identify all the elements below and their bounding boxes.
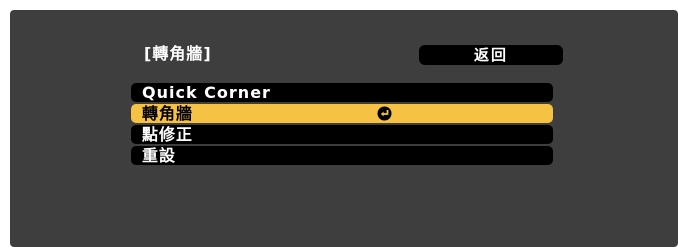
menu-list: Quick Corner 轉角牆 點修正 重設 [131, 83, 553, 167]
enter-icon [377, 106, 392, 121]
menu-item-label: 重設 [142, 146, 177, 165]
menu-item-reset[interactable]: 重設 [131, 146, 553, 165]
menu-item-label: 轉角牆 [142, 104, 194, 123]
back-button[interactable]: 返回 [419, 45, 563, 65]
menu-item-label: Quick Corner [142, 83, 271, 102]
menu-item-quick-corner[interactable]: Quick Corner [131, 83, 553, 102]
menu-item-point-correction[interactable]: 點修正 [131, 125, 553, 144]
menu-item-corner-wall[interactable]: 轉角牆 [131, 104, 553, 123]
menu-item-label: 點修正 [142, 125, 194, 144]
menu-title: [轉角牆] [144, 44, 212, 63]
